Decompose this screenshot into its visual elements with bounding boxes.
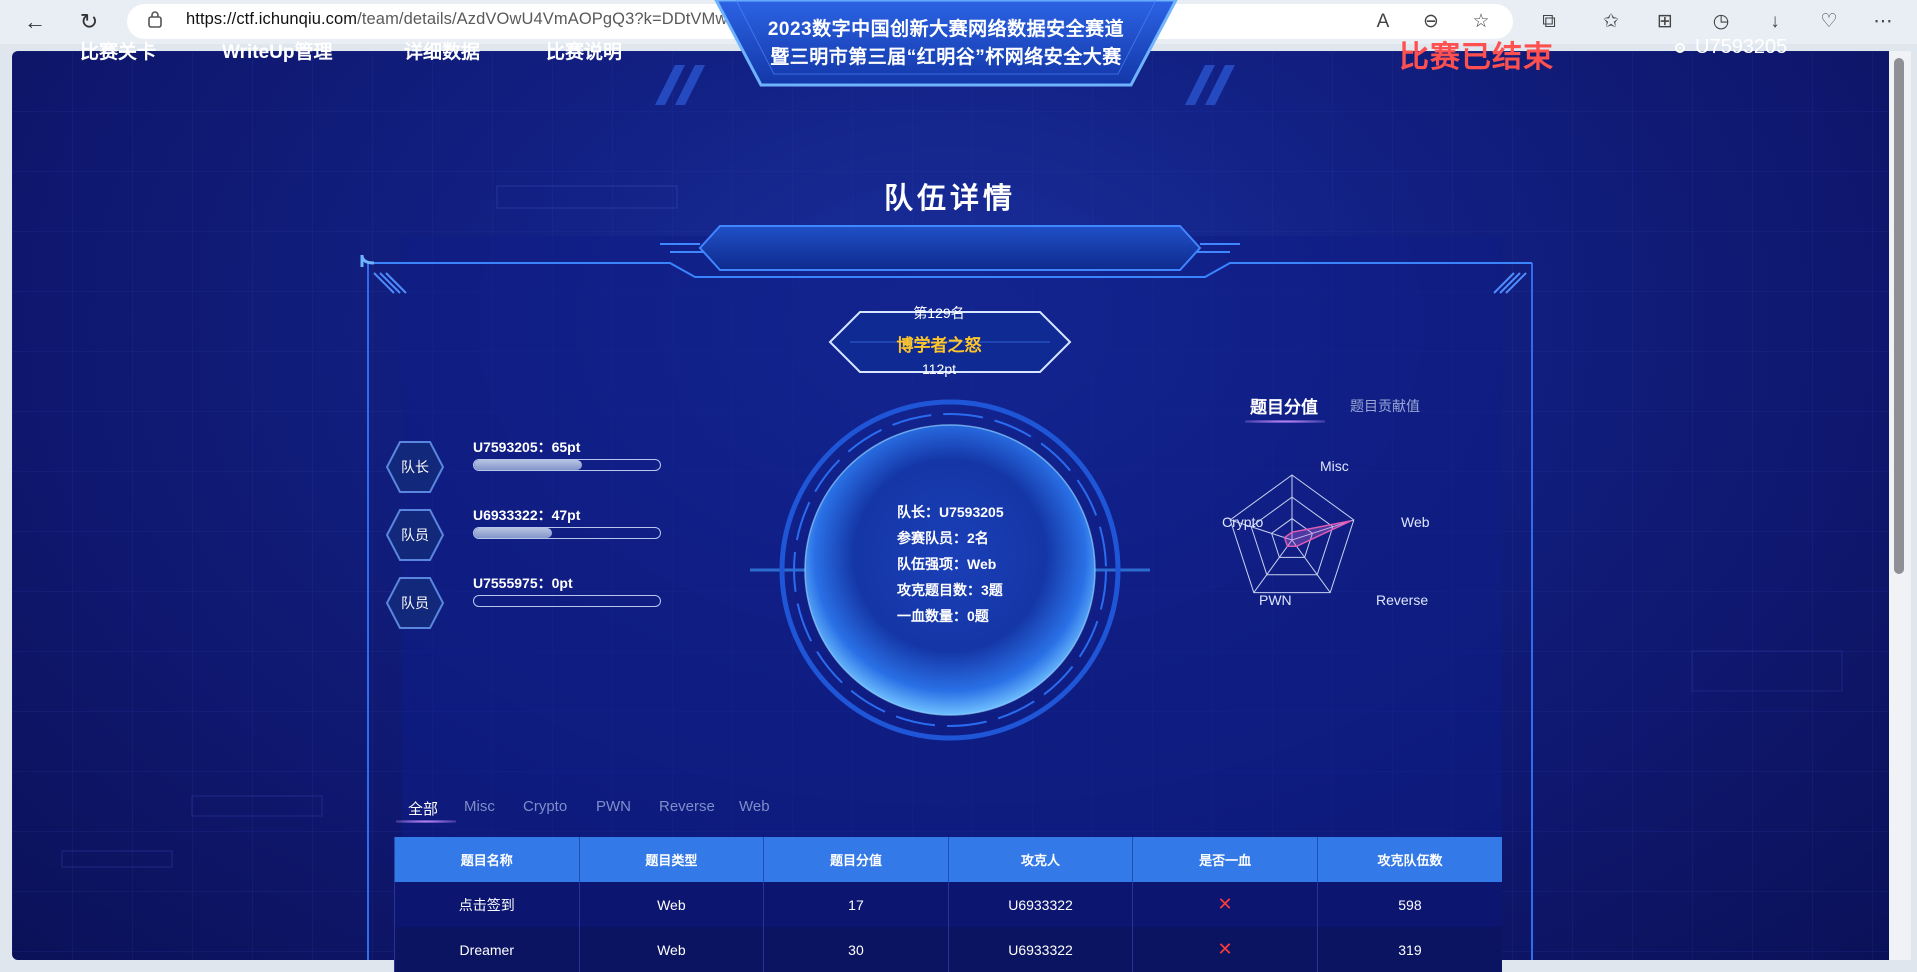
col-header-solver[interactable]: 攻克人: [947, 837, 1133, 882]
radar-chart: [1229, 474, 1355, 594]
tab-contribution[interactable]: 题目贡献值: [1350, 396, 1420, 416]
member-progress-bar: [473, 527, 661, 539]
history-icon[interactable]: ◷: [1708, 9, 1734, 35]
nav-item-rules[interactable]: 比赛说明: [546, 37, 622, 64]
filter-tab-pwn[interactable]: PWN: [596, 798, 631, 815]
back-arrow-icon[interactable]: ←: [20, 7, 50, 37]
more-menu-icon[interactable]: ⋯: [1870, 9, 1896, 35]
filter-tab-all[interactable]: 全部: [408, 798, 438, 819]
cross-icon: ✕: [1217, 894, 1233, 914]
tab-score[interactable]: 题目分值: [1250, 393, 1318, 418]
member-role: 队员: [401, 595, 429, 611]
cell-teams: 319: [1316, 927, 1502, 972]
lock-icon[interactable]: [148, 10, 162, 28]
challenges-table: 题目名称 题目类型 题目分值 攻克人 是否一血 攻克队伍数 点击签到 Web 1…: [394, 837, 1502, 972]
refresh-icon[interactable]: ↻: [74, 7, 104, 37]
member-name: U6933322：47pt: [473, 507, 581, 523]
filter-tab-web[interactable]: Web: [739, 798, 770, 815]
username-link[interactable]: U7593205: [1673, 36, 1787, 59]
member-name: U7555975：0pt: [473, 575, 573, 591]
stat-members: 参赛队员：2名: [897, 530, 989, 546]
status-badge: 比赛已结束: [1399, 41, 1554, 74]
panel-title-plate: [660, 225, 1240, 271]
cell-score: 30: [763, 927, 949, 972]
member-name: U7593205：65pt: [473, 439, 581, 455]
col-header-teams[interactable]: 攻克队伍数: [1316, 837, 1502, 882]
table-row[interactable]: 点击签到 Web 17 U6933322 ✕ 598: [394, 882, 1502, 927]
table-header-row: 题目名称 题目类型 题目分值 攻克人 是否一血 攻克队伍数: [394, 837, 1502, 882]
filter-tab-crypto[interactable]: Crypto: [523, 798, 567, 815]
radar-label-pwn: PWN: [1259, 592, 1292, 608]
col-header-name[interactable]: 题目名称: [394, 837, 580, 882]
cell-solver: U6933322: [947, 927, 1133, 972]
panel-title: 队伍详情: [883, 183, 1016, 215]
tab-active-indicator: [1245, 420, 1325, 423]
stat-captain: 队长：U7593205: [897, 504, 1004, 520]
cell-type: Web: [578, 882, 764, 927]
team-points: 112pt: [922, 361, 956, 377]
radar-label-web: Web: [1401, 514, 1430, 530]
banner-title-line1: 2023数字中国创新大赛网络数据安全赛道: [767, 19, 1125, 40]
stat-solved: 攻克题目数：3题: [897, 582, 1003, 598]
browser-essentials-icon[interactable]: ♡: [1816, 9, 1842, 35]
radar-label-crypto: Crypto: [1222, 514, 1264, 530]
filter-tab-misc[interactable]: Misc: [464, 798, 495, 815]
collections-icon[interactable]: ⊞: [1652, 9, 1678, 35]
cell-score: 17: [763, 882, 949, 927]
radar-label-reverse: Reverse: [1376, 592, 1429, 608]
cross-icon: ✕: [1217, 939, 1233, 959]
cell-name: 点击签到: [394, 882, 580, 927]
table-row[interactable]: Dreamer Web 30 U6933322 ✕ 319: [394, 927, 1502, 972]
nav-item-writeup[interactable]: WriteUp管理: [222, 37, 332, 64]
favorites-icon[interactable]: ✩: [1598, 9, 1624, 35]
member-role: 队员: [401, 527, 429, 543]
filter-active-indicator: [396, 820, 456, 823]
stat-first-blood: 一血数量：0题: [897, 608, 989, 624]
banner-title-line2: 暨三明市第三届“红明谷”杯网络安全大赛: [770, 47, 1122, 68]
nav-item-levels[interactable]: 比赛关卡: [80, 37, 156, 64]
read-aloud-icon[interactable]: A: [1370, 9, 1396, 35]
col-header-type[interactable]: 题目类型: [578, 837, 764, 882]
cell-teams: 598: [1316, 882, 1502, 927]
member-role: 队长: [401, 459, 429, 475]
team-rank: 第129名: [913, 305, 965, 321]
banner-deco-left: [655, 65, 705, 105]
team-name: 博学者之怒: [896, 336, 982, 355]
col-header-score[interactable]: 题目分值: [763, 837, 949, 882]
radar-label-misc: Misc: [1320, 458, 1349, 474]
cell-name: Dreamer: [394, 927, 580, 972]
stat-strength: 队伍强项：Web: [897, 556, 997, 572]
radar-axis-line: [1291, 539, 1331, 593]
member-progress-bar: [473, 459, 661, 471]
banner-deco-right: [1185, 65, 1235, 105]
radar-axis-line: [1253, 539, 1293, 593]
radar-area: [1283, 520, 1352, 548]
scrollbar-thumb[interactable]: [1894, 58, 1904, 574]
cell-solver: U6933322: [947, 882, 1133, 927]
downloads-icon[interactable]: ↓: [1762, 9, 1788, 35]
member-progress-bar: [473, 595, 661, 607]
nav-item-details[interactable]: 详细数据: [404, 37, 480, 64]
filter-tab-reverse[interactable]: Reverse: [659, 798, 715, 815]
col-header-first-blood[interactable]: 是否一血: [1132, 837, 1318, 882]
cell-type: Web: [578, 927, 764, 972]
